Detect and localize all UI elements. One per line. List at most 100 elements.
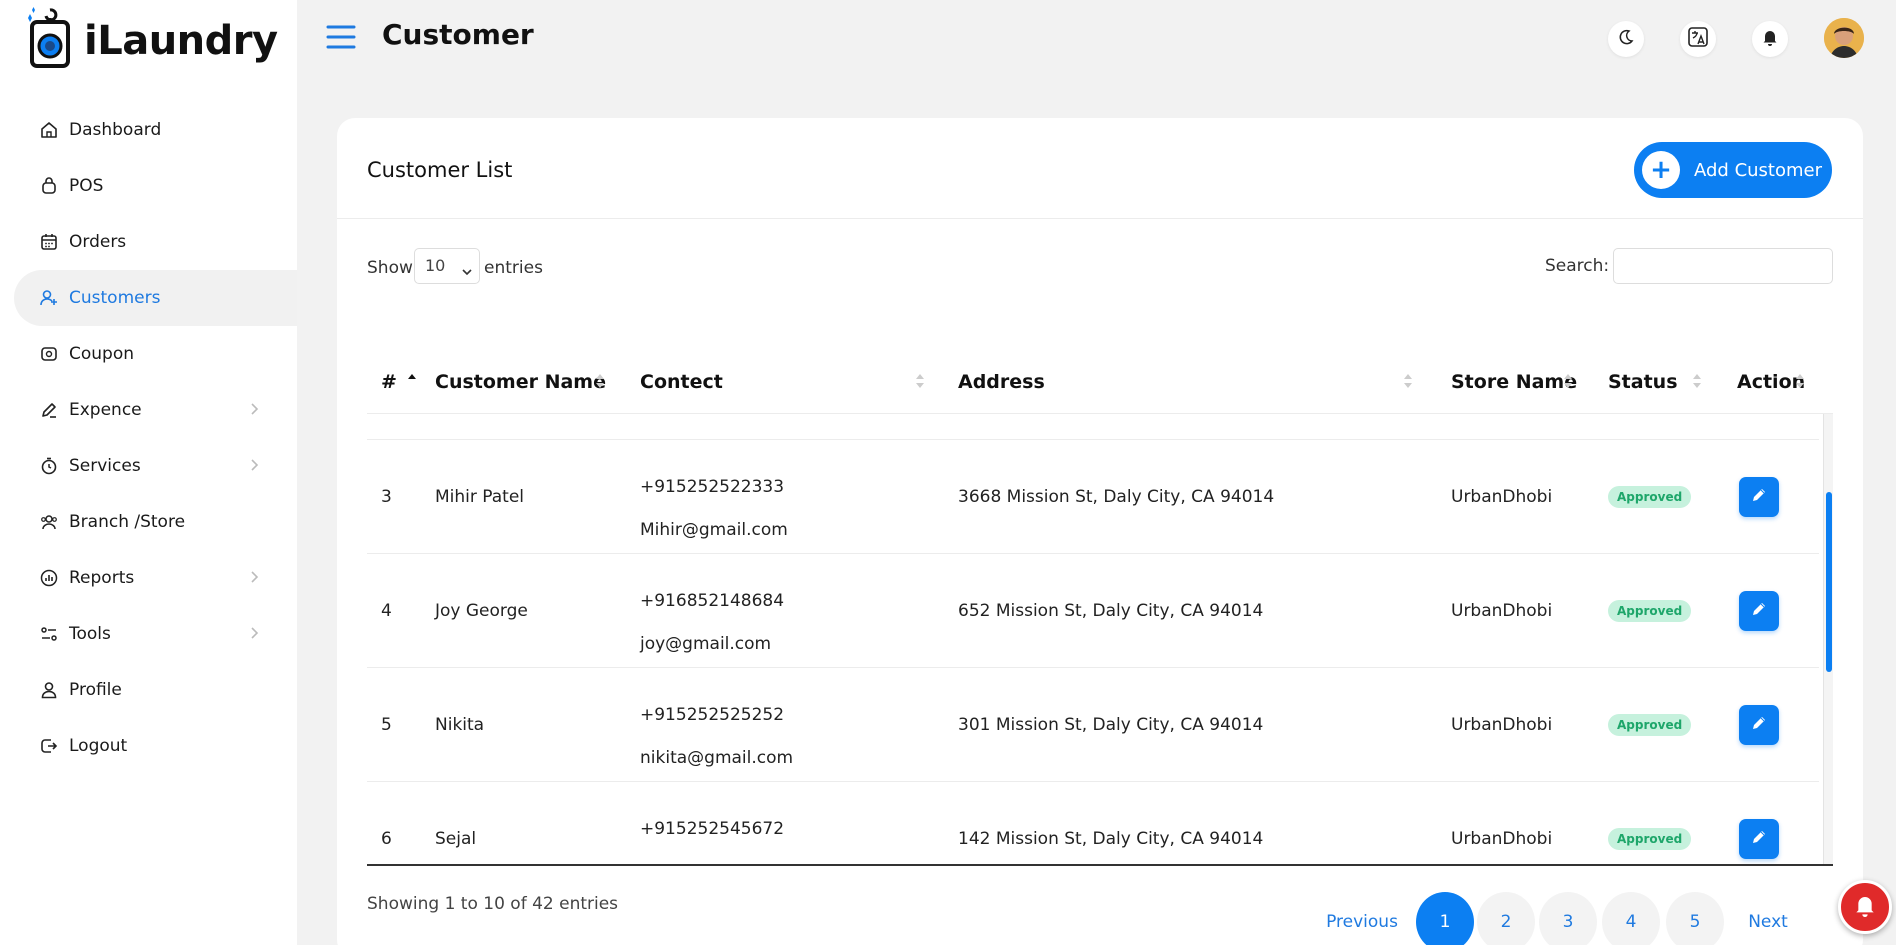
row-phone: +915252522333	[640, 477, 785, 497]
edit-button[interactable]	[1739, 477, 1779, 517]
pagination-previous[interactable]: Previous	[1307, 892, 1417, 945]
pencil-icon	[1751, 487, 1767, 508]
column-address[interactable]: Address	[958, 350, 1045, 414]
column-label: Address	[958, 371, 1045, 393]
table-row: 5 Nikita +915252525252 nikita@gmail.com …	[367, 668, 1819, 782]
row-phone: +915252545672	[640, 819, 785, 839]
sort-icon	[595, 372, 605, 390]
sidebar-item-branch-store[interactable]: Branch /Store	[14, 494, 297, 550]
pagination-page-5[interactable]: 5	[1666, 892, 1724, 945]
laundry-logo-icon	[26, 6, 74, 70]
row-contact: +916852148684 joy@gmail.com	[640, 580, 784, 666]
sidebar-item-expence[interactable]: Expence	[14, 382, 297, 438]
pagination-next[interactable]: Next	[1735, 892, 1801, 945]
sidebar-item-pos[interactable]: POS	[14, 158, 297, 214]
page-title: Customer	[382, 18, 534, 51]
edit-button[interactable]	[1739, 819, 1779, 859]
user-icon	[40, 681, 58, 699]
table-body[interactable]: 3 Mihir Patel +915252522333 Mihir@gmail.…	[367, 414, 1833, 866]
home-icon	[40, 121, 58, 139]
sidebar-item-label: Customers	[69, 288, 161, 308]
sidebar-item-reports[interactable]: Reports	[14, 550, 297, 606]
row-customer-name: Nikita	[435, 715, 485, 735]
edit-button[interactable]	[1739, 591, 1779, 631]
entries-value: 10	[425, 256, 446, 275]
row-address: 3668 Mission St, Daly City, CA 94014	[958, 487, 1275, 507]
app-logo[interactable]: iLaundry	[26, 6, 278, 70]
pagination-page-3[interactable]: 3	[1539, 892, 1597, 945]
row-customer-name: Mihir Patel	[435, 487, 525, 507]
row-action	[1739, 440, 1779, 554]
row-customer-name: Sejal	[435, 829, 477, 849]
plus-icon: +	[1642, 151, 1680, 189]
row-email: joy@gmail.com	[640, 634, 772, 654]
sidebar-item-label: Services	[69, 456, 141, 476]
sidebar-item-profile[interactable]: Profile	[14, 662, 297, 718]
calendar-icon	[40, 233, 58, 251]
pencil-icon	[1751, 715, 1767, 736]
row-email: sejal@gmail.com	[640, 851, 785, 864]
status-badge: Approved	[1608, 714, 1692, 736]
table-row-partial	[367, 414, 1819, 440]
sidebar-item-logout[interactable]: Logout	[14, 718, 297, 774]
translate-icon	[1687, 26, 1709, 52]
add-customer-button[interactable]: + Add Customer	[1634, 142, 1832, 198]
table-scrollbar[interactable]	[1823, 414, 1833, 864]
pagination-page-2[interactable]: 2	[1477, 892, 1535, 945]
menu-toggle-icon[interactable]	[326, 24, 356, 50]
show-label: Show	[367, 258, 413, 278]
column-status[interactable]: Status	[1608, 350, 1678, 414]
scrollbar-thumb[interactable]	[1826, 492, 1832, 672]
row-status: Approved	[1608, 554, 1692, 668]
row-status: Approved	[1608, 782, 1692, 864]
row-customer-name: Joy George	[435, 601, 528, 621]
sidebar-item-label: Profile	[69, 680, 122, 700]
sidebar-item-customers[interactable]: Customers	[14, 270, 297, 326]
row-email: nikita@gmail.com	[640, 748, 794, 768]
pagination-page-1[interactable]: 1	[1416, 892, 1474, 945]
entries-select[interactable]: 10	[414, 248, 480, 284]
alert-fab-button[interactable]	[1838, 880, 1892, 934]
avatar[interactable]	[1824, 18, 1864, 58]
sidebar-nav: Dashboard POS Orders Customers Coupon Ex…	[14, 102, 297, 774]
dark-mode-toggle[interactable]	[1608, 21, 1644, 57]
sidebar-item-orders[interactable]: Orders	[14, 214, 297, 270]
column-label: Store Name	[1451, 371, 1578, 393]
column-id[interactable]: #	[381, 350, 397, 414]
chevron-right-icon	[249, 625, 259, 645]
column-store-name[interactable]: Store Name	[1451, 350, 1577, 414]
row-action	[1739, 554, 1779, 668]
bell-icon	[1853, 893, 1877, 921]
edit-button[interactable]	[1739, 705, 1779, 745]
tools-icon	[40, 625, 58, 643]
notifications-button[interactable]	[1752, 21, 1788, 57]
chevron-right-icon	[249, 401, 259, 421]
row-action	[1739, 782, 1779, 864]
pagination-page-4[interactable]: 4	[1602, 892, 1660, 945]
row-address: 652 Mission St, Daly City, CA 94014	[958, 601, 1264, 621]
chevron-down-icon	[462, 261, 472, 280]
row-action	[1739, 668, 1779, 782]
sort-icon	[915, 372, 925, 390]
sidebar-item-tools[interactable]: Tools	[14, 606, 297, 662]
status-badge: Approved	[1608, 828, 1692, 850]
sidebar-item-coupon[interactable]: Coupon	[14, 326, 297, 382]
logout-icon	[40, 737, 58, 755]
search-label: Search:	[1545, 256, 1610, 276]
sidebar-item-label: Orders	[69, 232, 127, 252]
column-label: #	[381, 371, 397, 393]
sidebar-item-dashboard[interactable]: Dashboard	[14, 102, 297, 158]
sidebar-item-services[interactable]: Services	[14, 438, 297, 494]
column-contact[interactable]: Contect	[640, 350, 723, 414]
language-button[interactable]	[1680, 21, 1716, 57]
sort-asc-icon	[407, 372, 417, 390]
table-row: 3 Mihir Patel +915252522333 Mihir@gmail.…	[367, 440, 1819, 554]
bag-icon	[40, 177, 58, 195]
search-input[interactable]	[1613, 248, 1833, 284]
entries-info: Showing 1 to 10 of 42 entries	[367, 894, 619, 914]
sort-icon	[1795, 372, 1805, 390]
row-store-name: UrbanDhobi	[1451, 829, 1553, 849]
sidebar-item-label: POS	[69, 176, 104, 196]
column-customer-name[interactable]: Customer Name	[435, 350, 606, 414]
coupon-icon	[40, 345, 58, 363]
